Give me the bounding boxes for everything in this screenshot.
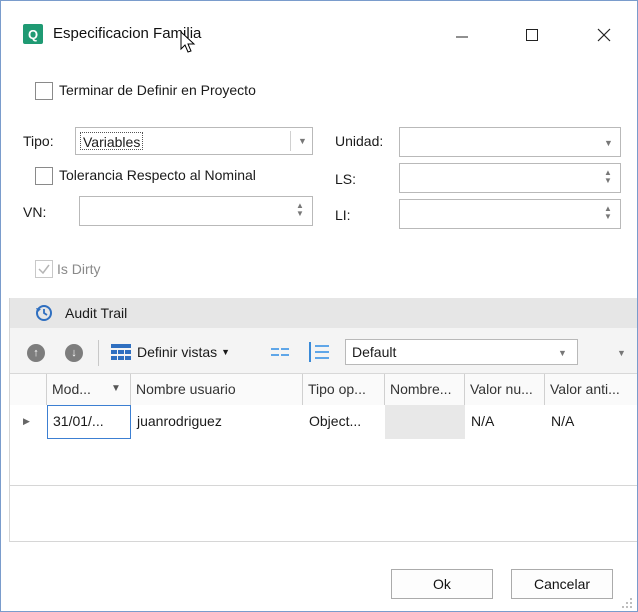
column-header[interactable]: Tipo op... [303,374,385,406]
column-header[interactable]: Valor anti... [545,374,637,406]
row-expand-icon[interactable]: ▶ [17,405,47,439]
spin-arrows-icon[interactable]: ▲ ▼ [604,205,612,221]
footer-divider [9,541,637,542]
tolerancia-label: Tolerancia Respecto al Nominal [59,167,256,183]
grid-divider [9,485,637,486]
chevron-down-icon: ▼ [558,348,567,358]
sort-desc-icon: ▼ [111,383,121,394]
tipo-label: Tipo: [23,133,54,149]
audit-grid-header: Mod... ▼ Nombre usuario Tipo op... Nombr… [9,373,637,407]
close-icon [597,28,611,42]
ok-button[interactable]: Ok [391,569,493,599]
column-header[interactable]: Valor nu... [465,374,545,406]
move-up-button[interactable]: ↑ [27,344,45,362]
column-header[interactable]: Nombre... [385,374,465,406]
minimize-icon [456,36,468,38]
sort-lines-icon[interactable] [307,342,329,362]
is-dirty-label: Is Dirty [57,261,101,277]
view-select-value: Default [352,344,397,360]
checkmark-icon [38,264,50,275]
toolbar-overflow-icon[interactable]: ▼ [617,348,626,358]
spin-arrows-icon[interactable]: ▲ ▼ [604,169,612,185]
collapse-lines-icon[interactable] [271,346,289,358]
title-bar[interactable]: Q Especificacion Familia [1,1,637,67]
maximize-button[interactable] [509,19,555,51]
arrow-up-icon: ↑ [33,347,39,359]
column-header[interactable]: Nombre usuario [131,374,303,406]
tipo-dropdown[interactable]: Variables ▼ [75,127,313,155]
table-cell: 31/01/... [53,413,104,429]
terminar-checkbox[interactable] [35,82,53,100]
table-cell[interactable]: Object... [303,405,385,439]
audit-toolbar: ↑ ↓ Definir vistas ▼ Default ▼ ▼ [9,328,637,376]
tipo-value: Variables [80,132,144,150]
mouse-cursor-icon [180,31,196,53]
chevron-down-icon: ▼ [604,138,613,148]
caret-down-icon: ▼ [221,347,231,357]
selected-cell[interactable]: 31/01/... [47,405,131,439]
app-logo-icon: Q [23,24,43,44]
terminar-label: Terminar de Definir en Proyecto [59,82,256,98]
resize-grip-icon[interactable] [621,597,633,609]
dialog-window: Q Especificacion Familia Terminar de Def… [0,0,638,612]
table-cell[interactable] [385,405,465,439]
column-header-label: Nombre usuario [136,381,236,397]
table-cell[interactable]: juanrodriguez [131,405,303,439]
view-select[interactable]: Default ▼ [345,339,578,365]
minimize-button[interactable] [439,19,485,51]
table-cell[interactable]: N/A [465,405,545,439]
vn-spin-field[interactable]: ▲ ▼ [79,196,313,226]
table-row[interactable]: ▶ 31/01/... juanrodriguez Object... N/A … [9,405,637,440]
spin-arrows-icon[interactable]: ▲ ▼ [296,202,304,218]
column-header-label: Valor anti... [550,381,620,397]
move-down-button[interactable]: ↓ [65,344,83,362]
unidad-dropdown[interactable]: ▼ [399,127,621,157]
li-label: LI: [335,207,351,223]
ls-label: LS: [335,171,357,187]
tolerancia-checkbox[interactable] [35,167,53,185]
close-button[interactable] [581,19,627,51]
column-header-label: Valor nu... [470,381,533,397]
vn-label: VN: [23,204,47,220]
row-indicator-header [9,374,47,406]
is-dirty-checkbox[interactable] [35,260,53,278]
chevron-down-icon: ▼ [298,136,307,146]
arrow-down-icon: ↓ [71,347,77,359]
grid-view-icon [111,344,131,360]
table-cell[interactable]: N/A [545,405,637,439]
history-icon [36,305,52,321]
column-header[interactable]: Mod... ▼ [47,374,131,406]
audit-trail-header[interactable]: Audit Trail [9,298,637,328]
column-header-label: Mod... [52,381,91,397]
li-spin-field[interactable]: ▲ ▼ [399,199,621,229]
definir-vistas-button[interactable]: Definir vistas ▼ [111,340,230,364]
audit-trail-title: Audit Trail [65,305,128,321]
cancel-button[interactable]: Cancelar [511,569,613,599]
column-header-label: Nombre... [390,381,452,397]
column-header-label: Tipo op... [308,381,366,397]
unidad-label: Unidad: [335,133,384,149]
definir-vistas-label: Definir vistas [137,344,218,360]
maximize-icon [526,29,538,41]
panel-border [9,298,10,541]
ls-spin-field[interactable]: ▲ ▼ [399,163,621,193]
grid-empty-area [9,439,637,485]
